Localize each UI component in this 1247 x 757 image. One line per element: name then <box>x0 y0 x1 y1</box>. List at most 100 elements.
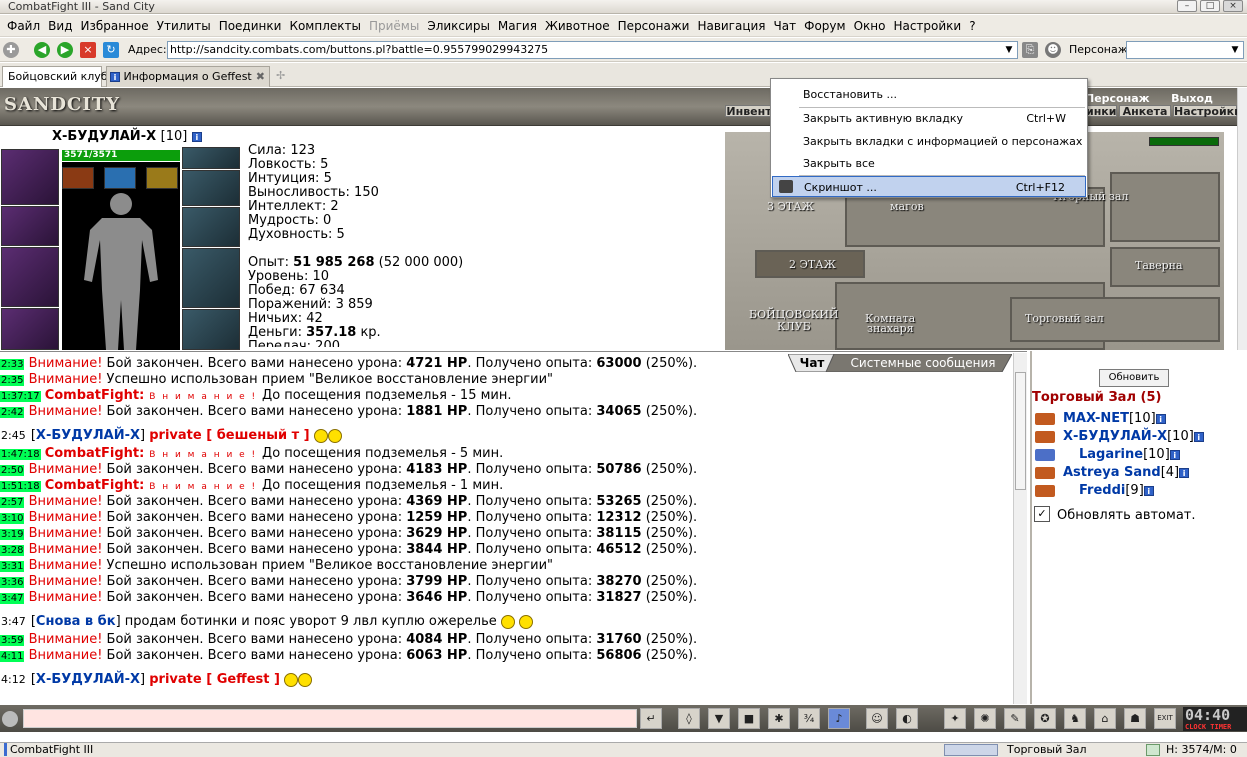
chat-timestamp[interactable]: 2:42 <box>0 407 25 418</box>
menu-6[interactable]: Приёмы <box>365 19 423 33</box>
ring-slot[interactable] <box>104 167 136 189</box>
go-icon[interactable]: ⎘ <box>1022 42 1038 58</box>
anketa-button[interactable]: Анкета <box>1119 105 1171 118</box>
chat-timestamp[interactable]: 2:57 <box>0 497 25 508</box>
chat-timestamp[interactable]: 3:31 <box>0 561 25 572</box>
chat-timestamp[interactable]: 2:50 <box>0 465 25 476</box>
map-room[interactable] <box>1110 172 1220 242</box>
chat-private[interactable]: private [ Geffest ] <box>149 672 280 687</box>
inventory-button[interactable]: Инвент <box>725 105 773 118</box>
chat-timestamp[interactable]: 3:47 <box>0 593 25 604</box>
auto-update-checkbox[interactable]: ✓ <box>1034 506 1050 522</box>
chat-timestamp[interactable]: 3:36 <box>0 577 25 588</box>
page-scrollbar[interactable] <box>1237 88 1247 350</box>
magic-icon[interactable]: ✺ <box>974 708 996 729</box>
menu-13[interactable]: Форум <box>800 19 849 33</box>
info-icon[interactable]: i <box>1143 485 1154 496</box>
persona-select[interactable] <box>1126 41 1244 59</box>
private-arrow-icon[interactable] <box>1035 484 1055 497</box>
new-tab-icon[interactable]: ✢ <box>276 69 285 82</box>
user-name[interactable]: Lagarine <box>1079 447 1143 462</box>
info-icon[interactable]: i <box>1193 431 1204 442</box>
settings-button[interactable]: Настройки <box>1173 105 1242 118</box>
exit-button[interactable]: Выход <box>1162 92 1222 105</box>
menu-16[interactable]: ? <box>965 19 979 33</box>
clinic-button[interactable]: инки <box>1085 105 1117 118</box>
smile-icon[interactable]: ☺ <box>866 708 888 729</box>
user-name[interactable]: MAX-NET <box>1063 411 1129 426</box>
info-icon[interactable]: i <box>1169 449 1180 460</box>
ring-slot[interactable] <box>62 167 94 189</box>
private-arrow-icon[interactable] <box>1035 448 1055 461</box>
speak-icon[interactable] <box>2 711 18 727</box>
menu-1[interactable]: Вид <box>44 19 76 33</box>
address-dropdown-icon[interactable]: ▼ <box>1002 42 1016 58</box>
info-icon[interactable]: i <box>191 131 202 142</box>
chat-timestamp[interactable]: 4:11 <box>0 651 25 662</box>
minimize-button[interactable]: – <box>1177 0 1197 12</box>
menu-item-close-all[interactable]: Закрыть все <box>772 153 1086 174</box>
earring-slot[interactable] <box>182 170 240 206</box>
pet-icon[interactable]: ♞ <box>1064 708 1086 729</box>
refresh-button[interactable]: Обновить <box>1099 369 1169 387</box>
menu-10[interactable]: Персонажи <box>614 19 694 33</box>
fighter-icon[interactable]: ✱ <box>768 708 790 729</box>
info-icon[interactable]: i <box>1179 467 1190 478</box>
chat-scroll-thumb[interactable] <box>1015 372 1026 490</box>
menu-9[interactable]: Животное <box>541 19 614 33</box>
persona-button[interactable]: Персонаж <box>1085 92 1150 105</box>
menu-4[interactable]: Поединки <box>215 19 286 33</box>
bag-icon[interactable]: ✦ <box>944 708 966 729</box>
menu-item-restore[interactable]: Восстановить ... <box>772 84 1086 105</box>
tab-club[interactable]: Бойцовский клуб <box>2 66 108 87</box>
boots-slot[interactable] <box>182 309 240 350</box>
status-icons[interactable] <box>944 744 998 756</box>
persona-dropdown-icon[interactable]: ▼ <box>1228 42 1242 58</box>
room-user[interactable]: Freddi[9] i <box>1035 482 1154 500</box>
group-icon[interactable]: ☗ <box>1124 708 1146 729</box>
map-label[interactable]: 2 ЭТАЖ <box>789 258 836 271</box>
fight-icon[interactable]: ✪ <box>1034 708 1056 729</box>
tab-system-messages[interactable]: Системные сообщения <box>838 354 1008 372</box>
pin-icon[interactable]: ✚ <box>3 42 19 58</box>
send-icon[interactable]: ↵ <box>640 708 662 729</box>
chat-nick[interactable]: Снова в бк <box>36 614 116 629</box>
chat-nick[interactable]: Х-БУДУЛАЙ-Х <box>36 672 140 687</box>
scroll-icon[interactable]: ✎ <box>1004 708 1026 729</box>
maximize-button[interactable]: □ <box>1200 0 1220 12</box>
lock-icon[interactable]: ⌂ <box>1094 708 1116 729</box>
info-icon[interactable]: i <box>1155 413 1166 424</box>
chat-timestamp[interactable]: 2:33 <box>0 359 25 370</box>
room-user[interactable]: Х-БУДУЛАЙ-Х[10] i <box>1035 428 1204 446</box>
menu-5[interactable]: Комплекты <box>285 19 365 33</box>
chat-timestamp[interactable]: 3:28 <box>0 545 25 556</box>
translit-icon[interactable]: ¾ <box>798 708 820 729</box>
map-label[interactable]: КЛУБ <box>777 320 811 333</box>
menu-12[interactable]: Чат <box>770 19 801 33</box>
chat-timestamp[interactable]: 1:51:18 <box>0 481 41 492</box>
shield-slot[interactable] <box>182 248 240 308</box>
map-label[interactable]: Таверна <box>1135 259 1183 272</box>
forward-icon[interactable]: ▶ <box>57 42 73 58</box>
chat-timestamp[interactable]: 3:19 <box>0 529 25 540</box>
character-nick[interactable]: Х-БУДУЛАЙ-Х <box>52 129 156 144</box>
eraser-icon[interactable]: ◊ <box>678 708 700 729</box>
users-icon[interactable]: ☻ <box>1045 42 1061 58</box>
stop-icon[interactable]: × <box>80 42 96 58</box>
channel-icon[interactable]: ◐ <box>896 708 918 729</box>
menu-0[interactable]: Файл <box>3 19 44 33</box>
bracers-slot[interactable] <box>182 207 240 247</box>
user-name[interactable]: Astreya Sand <box>1063 465 1161 480</box>
menu-item-close-active[interactable]: Закрыть активную вкладку Ctrl+W <box>772 108 1086 129</box>
chat-timestamp[interactable]: 2:45 <box>0 429 27 442</box>
menu-7[interactable]: Эликсиры <box>423 19 494 33</box>
tab-info-geffest[interactable]: i Информация о Geffest ✖ <box>106 66 270 87</box>
chat-timestamp[interactable]: 3:59 <box>0 635 25 646</box>
refresh-icon[interactable]: ↻ <box>103 42 119 58</box>
menu-item-close-info-tabs[interactable]: Закрыть вкладки с информацией о персонаж… <box>772 131 1086 152</box>
chat-timestamp[interactable]: 2:35 <box>0 375 25 386</box>
menu-item-screenshot[interactable]: Скриншот ... Ctrl+F12 <box>772 176 1086 197</box>
ring-slot[interactable] <box>146 167 178 189</box>
filter-icon[interactable]: ▼ <box>708 708 730 729</box>
helmet-slot[interactable] <box>1 149 59 205</box>
